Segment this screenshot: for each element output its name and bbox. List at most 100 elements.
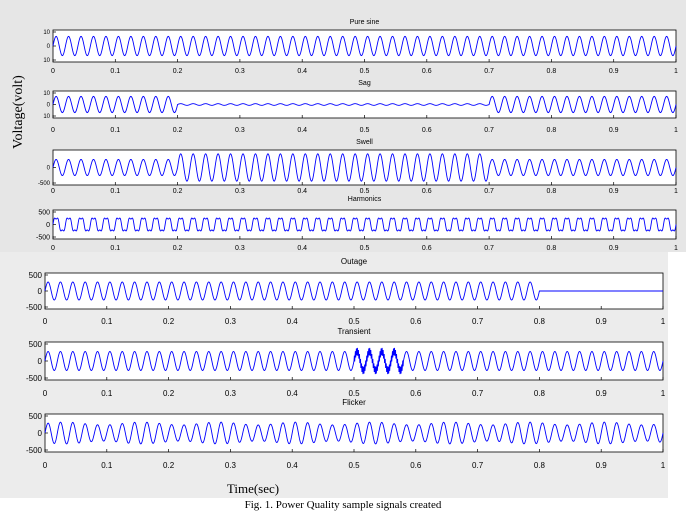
x-tick-label: 0.8 [534,461,546,470]
x-tick-label: 1 [674,68,678,75]
x-tick-label: 0.7 [472,317,484,326]
x-tick-label: 0.5 [360,127,370,134]
x-tick-label: 1 [661,461,666,470]
x-tick-label: 0.2 [163,389,175,398]
y-tick-label: 500 [38,209,50,216]
x-tick-label: 0.1 [110,68,120,75]
x-tick-label: 0.7 [484,127,494,134]
x-tick-label: 0.2 [173,245,183,252]
x-tick-label: 0.2 [173,188,183,195]
x-tick-label: 0.7 [484,245,494,252]
x-tick-label: 0.9 [596,461,608,470]
x-tick-label: 1 [661,389,666,398]
figure-caption: Fig. 1. Power Quality sample signals cre… [244,499,442,511]
x-tick-label: 0.8 [547,188,557,195]
subplot-title: Harmonics [348,196,382,203]
x-tick-label: 0.5 [360,188,370,195]
x-tick-label: 0 [51,245,55,252]
subplot-title: Sag [358,80,371,87]
subplot-title: Flicker [342,398,366,407]
x-tick-label: 0.9 [609,188,619,195]
x-tick-label: 0.4 [287,389,299,398]
x-tick-label: 0.4 [297,68,307,75]
x-tick-label: 0.2 [163,461,175,470]
x-tick-label: 0.5 [348,317,360,326]
x-tick-label: 0.1 [110,245,120,252]
y-tick-label: -500 [26,446,43,455]
y-axis-label: Voltage(volt) [11,75,26,149]
x-tick-label: 0.1 [110,127,120,134]
y-tick-label: 500 [29,412,43,421]
x-tick-label: 0.2 [173,127,183,134]
y-tick-label: 10 [43,58,50,64]
x-tick-label: 0.6 [410,461,422,470]
x-axis-label: Time(sec) [227,481,279,496]
x-tick-label: 0.8 [534,317,546,326]
x-tick-label: 0.8 [534,389,546,398]
subplot-outage: Outage0 0.1 0.2 0.3 0.4 0.5 0.6 0.7 0.8 0.9 15000-… [26,257,666,326]
x-tick-label: 0.3 [225,461,237,470]
x-tick-label: 0.7 [484,68,494,75]
subplot-flicker: Flicker 0 0.1 0.2 0.3 0.4 0.5 0.6 0.7 0.8 0.9 1 500 0… [26,398,666,470]
y-tick-label: -500 [36,234,50,241]
subplot-title: Transient [337,327,371,336]
x-tick-label: 0.8 [547,127,557,134]
x-tick-label: 1 [674,245,678,252]
y-tick-label: 10 [43,114,50,120]
y-tick-label: -500 [26,303,43,312]
x-tick-label: 0.3 [235,245,245,252]
x-tick-label: 0.3 [235,127,245,134]
x-tick-label: 0.6 [422,68,432,75]
y-tick-label: 10 [43,91,50,97]
y-tick-label: 0 [38,287,43,296]
x-tick-label: 0.5 [360,245,370,252]
x-tick-label: 0.3 [235,188,245,195]
x-tick-label: 0.4 [297,188,307,195]
x-tick-label: 0.5 [348,461,360,470]
x-tick-label: 0.9 [596,317,608,326]
x-tick-label: 0.4 [287,461,299,470]
x-tick-label: 0 [43,317,48,326]
x-tick-label: 0.3 [225,317,237,326]
x-tick-label: 0.9 [609,127,619,134]
y-tick-label: 0 [47,44,51,50]
x-tick-label: 0.8 [547,245,557,252]
x-tick-label: 1 [674,127,678,134]
y-tick-label: 10 [43,30,50,36]
y-tick-label: 0 [47,103,51,109]
subplot-harmonics: Harmonics 0 0.1 0.2 0.3 0.4 0.5 0.6 0.7 0.8 0.9 1 50… [36,196,678,252]
y-tick-label: 500 [29,271,43,280]
x-tick-label: 0 [51,68,55,75]
y-tick-label: 0 [38,357,43,366]
x-tick-label: 0.6 [422,127,432,134]
y-tick-label: -500 [38,181,51,187]
x-tick-label: 0.1 [101,389,113,398]
x-tick-label: 0.2 [163,317,175,326]
y-tick-label: 0 [46,222,50,229]
subplot-title: Pure sine [350,19,380,26]
power-quality-figure: Pure sine0 0.1 0.2 0.3 0.4 0.5 0.6 0.7 0.8 0.9 110… [11,19,678,496]
x-tick-label: 1 [661,317,666,326]
x-tick-label: 0.5 [348,389,360,398]
x-tick-label: 0.3 [225,389,237,398]
x-tick-label: 0.7 [472,389,484,398]
x-tick-label: 0.5 [360,68,370,75]
x-tick-label: 0 [51,188,55,195]
subplot-title: Outage [341,257,368,266]
x-tick-label: 1 [674,188,678,195]
x-tick-label: 0.3 [235,68,245,75]
x-tick-label: 0.9 [609,245,619,252]
x-tick-label: 0.7 [472,461,484,470]
x-tick-label: 0.4 [297,245,307,252]
subplot-swell: Swell0 0.1 0.2 0.3 0.4 0.5 0.6 0.7 0.8 0.9 10-500 [38,139,678,195]
x-tick-label: 0 [51,127,55,134]
x-tick-label: 0.1 [101,317,113,326]
subplot-pure-sine: Pure sine 0 0.1 0.2 0.3 0.4 0.5 0.6 0.7 0.8 0.9 1 10… [43,19,678,75]
x-tick-label: 0.8 [547,68,557,75]
x-tick-label: 0.2 [173,68,183,75]
x-tick-label: 0.9 [596,389,608,398]
x-tick-label: 0.6 [410,389,422,398]
x-tick-label: 0 [43,461,48,470]
x-tick-label: 0.1 [101,461,113,470]
y-tick-label: 500 [29,340,43,349]
